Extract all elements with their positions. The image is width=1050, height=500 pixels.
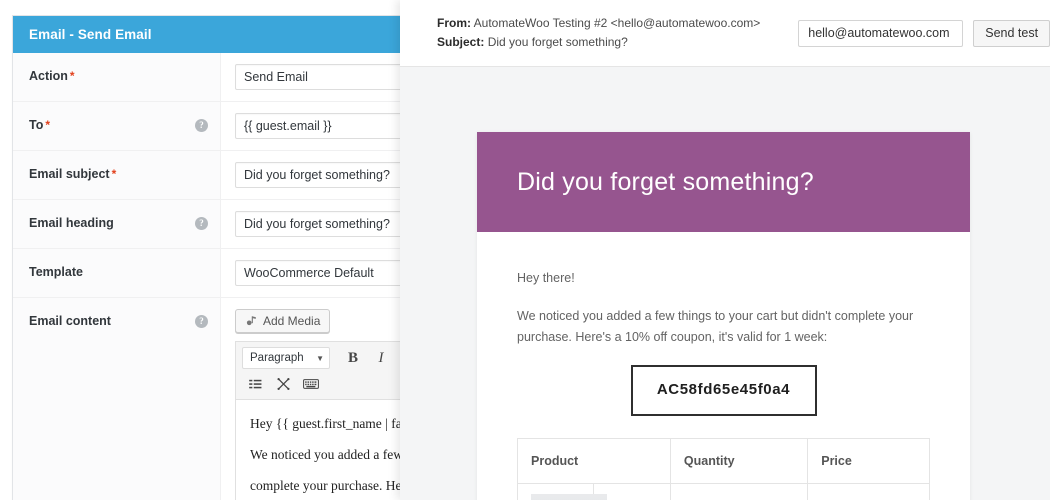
insert-more-icon[interactable] <box>270 373 296 395</box>
field-control-email-content: Add Media Paragraph ▼ B I <box>221 298 419 500</box>
field-label-email-subject: Email subject* <box>13 151 221 199</box>
add-media-icon <box>245 315 258 328</box>
preview-actions: hello@automatewoo.com Send test <box>798 20 1050 47</box>
form-row-action: Action* Send Email <box>13 53 419 102</box>
email-hero-title: Did you forget something? <box>517 168 814 197</box>
help-icon[interactable]: ? <box>195 217 208 230</box>
email-greeting: Hey there! <box>517 268 930 288</box>
preview-stage: Did you forget something? Hey there! We … <box>400 67 1050 500</box>
cell-quantity: 1 <box>670 484 807 500</box>
required-marker: * <box>45 118 50 132</box>
field-label-action: Action* <box>13 53 221 101</box>
form-row-email-content: Email content ? <box>13 298 419 500</box>
card-header: Email - Send Email <box>13 16 419 53</box>
required-marker: * <box>70 69 75 83</box>
label-text: To* <box>29 118 50 133</box>
send-test-button[interactable]: Send test <box>973 20 1050 47</box>
form-row-to: To* ? {{ guest.email }} <box>13 102 419 151</box>
meta-subject-label: Subject: <box>437 35 484 49</box>
column-header-price: Price <box>808 439 930 484</box>
add-media-label: Add Media <box>263 314 320 328</box>
required-marker: * <box>112 167 117 181</box>
cell-price: $2.00 <box>808 484 930 500</box>
email-body: Hey there! We noticed you added a few th… <box>477 232 970 500</box>
meta-subject-value: Did you forget something? <box>488 35 628 49</box>
format-select-value: Paragraph <box>250 352 304 364</box>
table-row: Woo Woo Single #2 1 $2.00 <box>518 484 930 500</box>
field-label-email-content: Email content ? <box>13 298 221 500</box>
help-icon[interactable]: ? <box>195 119 208 132</box>
italic-button[interactable]: I <box>368 347 394 369</box>
meta-from-label: From: <box>437 16 471 30</box>
email-intro: We noticed you added a few things to you… <box>517 306 930 347</box>
numbered-list-icon[interactable] <box>242 373 268 395</box>
column-header-product: Product <box>518 439 671 484</box>
field-label-email-heading: Email heading ? <box>13 200 221 248</box>
meta-from-value: AutomateWoo Testing #2 <hello@automatewo… <box>474 16 761 30</box>
format-select[interactable]: Paragraph ▼ <box>242 347 330 369</box>
email-preview-card: Did you forget something? Hey there! We … <box>477 132 970 500</box>
field-control-action: Send Email <box>221 53 419 101</box>
table-body: Woo Woo Single #2 1 $2.00 <box>518 484 930 500</box>
table-header-row: Product Quantity Price <box>518 439 930 484</box>
meta-subject: Subject: Did you forget something? <box>437 33 760 52</box>
add-media-button[interactable]: Add Media <box>235 309 330 333</box>
chevron-down-icon: ▼ <box>316 354 324 363</box>
screen-root: Email - Send Email Action* Send Email To… <box>0 0 1050 500</box>
field-control-email-heading: Did you forget something? <box>221 200 419 248</box>
cell-product-thumb: Woo <box>518 484 594 500</box>
label-text: Email heading <box>29 216 114 231</box>
email-meta: From: AutomateWoo Testing #2 <hello@auto… <box>437 14 760 51</box>
field-label-template: Template <box>13 249 221 297</box>
email-hero: Did you forget something? <box>477 132 970 232</box>
email-preview-modal: From: AutomateWoo Testing #2 <hello@auto… <box>400 0 1050 500</box>
field-label-to: To* ? <box>13 102 221 150</box>
preview-toolbar: From: AutomateWoo Testing #2 <hello@auto… <box>400 0 1050 67</box>
coupon-code: AC58fd65e45f0a4 <box>631 365 817 416</box>
field-control-template: WooCommerce Default <box>221 249 419 297</box>
meta-from: From: AutomateWoo Testing #2 <hello@auto… <box>437 14 760 33</box>
page-title: Email - Send Email <box>29 27 152 42</box>
email-action-card: Email - Send Email Action* Send Email To… <box>12 15 420 500</box>
form-row-email-heading: Email heading ? Did you forget something… <box>13 200 419 249</box>
label-text: Email subject* <box>29 167 116 182</box>
order-items-table: Product Quantity Price <box>517 438 930 500</box>
form-row-template: Template WooCommerce Default <box>13 249 419 298</box>
label-text: Email content <box>29 314 111 329</box>
field-control-to: {{ guest.email }} <box>221 102 419 150</box>
bold-button[interactable]: B <box>340 347 366 369</box>
form-row-email-subject: Email subject* Did you forget something? <box>13 151 419 200</box>
label-text: Template <box>29 265 83 280</box>
label-text: Action* <box>29 69 75 84</box>
test-email-input[interactable]: hello@automatewoo.com <box>798 20 963 47</box>
field-control-email-subject: Did you forget something? <box>221 151 419 199</box>
workflow-admin-panel: Email - Send Email Action* Send Email To… <box>0 0 420 500</box>
help-icon[interactable]: ? <box>195 315 208 328</box>
vinyl-record-thumbnail: Woo <box>531 494 607 500</box>
column-header-quantity: Quantity <box>670 439 807 484</box>
keyboard-shortcuts-icon[interactable] <box>298 373 324 395</box>
table-head: Product Quantity Price <box>518 439 930 484</box>
